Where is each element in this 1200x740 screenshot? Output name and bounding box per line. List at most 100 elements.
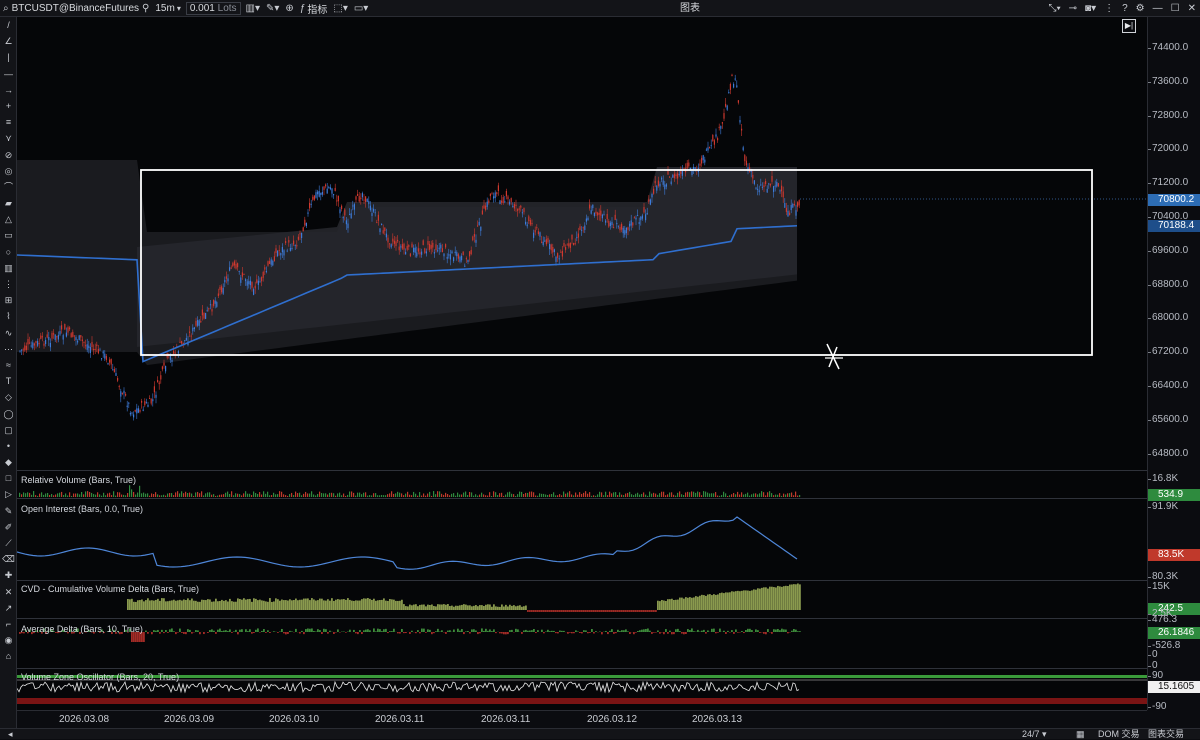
delta-bar [253,632,255,633]
volume-bar [475,494,476,497]
maximize-button[interactable]: ☐ [1167,0,1184,17]
delta-bar [247,631,249,632]
lots-input[interactable]: 0.001 Lots [186,2,241,15]
panel-separator[interactable] [17,498,1200,499]
panel-separator[interactable] [17,580,1200,581]
volume-bar [195,492,196,497]
cvd-bar [715,595,717,610]
angle-tool-icon[interactable]: ∠ [0,33,17,49]
template-button[interactable]: ⬚▾ [330,0,350,17]
panel-separator[interactable] [17,668,1200,669]
capsule-icon[interactable]: ▢ [0,422,17,438]
parallel-lines-icon[interactable]: ≡ [0,114,17,130]
play-icon[interactable]: ▷ [0,486,17,502]
time-axis[interactable]: 2026.03.082026.03.092026.03.102026.03.11… [17,710,1147,728]
settings-button[interactable]: ⚙ [1132,0,1149,17]
candle-body [437,250,438,251]
eye-icon[interactable]: ◉ [0,632,17,648]
pen-icon[interactable]: ✐ [0,519,17,535]
chart-area[interactable] [17,17,1147,710]
drawing-button[interactable]: ✎▾ [263,0,282,17]
arrow-icon[interactable]: → [0,82,17,98]
crosshair-icon[interactable]: + [0,98,17,114]
calendar-icon[interactable]: ▦ [1076,729,1085,740]
circle-icon[interactable]: ○ [0,244,17,260]
average-delta-title[interactable]: Average Delta (Bars, 10, True) [21,624,143,634]
close-button[interactable]: ✕ [1184,0,1200,17]
tag-icon[interactable]: ◇ [0,389,17,405]
volume-bar [597,494,598,497]
candle-body [727,106,728,110]
candle-body [480,227,481,231]
volume-profile-icon[interactable]: ⋮ [0,276,17,292]
link-button[interactable]: ⤡▾ [1044,0,1064,17]
text-icon[interactable]: T [0,373,17,389]
volume-bar [355,496,356,497]
pitchfork-icon[interactable]: ⋎ [0,130,17,146]
dot-icon[interactable]: • [0,438,17,454]
lock-icon[interactable]: ⌂ [0,648,17,664]
triangle-icon[interactable]: △ [0,211,17,227]
ellipse-icon[interactable]: ◯ [0,406,17,422]
cvd-bar [455,606,457,610]
cross-icon[interactable]: ✕ [0,584,17,600]
arrow-right-icon[interactable]: ↗ [0,600,17,616]
cvd-bar [397,601,399,610]
pin-button[interactable]: ⊸ [1065,0,1081,17]
relative-volume-title[interactable]: Relative Volume (Bars, True) [21,475,136,485]
delta-bar [675,629,677,632]
bars-icon[interactable]: ▥ [0,260,17,276]
panel-separator[interactable] [17,618,1200,619]
zoom-button[interactable]: ⊕ [282,0,296,17]
line-tool-icon[interactable]: / [0,17,17,33]
zigzag-icon[interactable]: ⟋ [0,535,17,551]
vzo-title[interactable]: Volume Zone Oscillator (Bars, 20, True) [21,672,179,682]
volume-bar [239,494,240,497]
cvd-bar [153,601,155,610]
panel-separator[interactable] [17,470,1200,471]
search-icon[interactable]: ⚲ [142,3,149,14]
candle-body [259,281,260,282]
vertical-line-icon[interactable]: | [0,49,17,65]
cvd-bar [293,600,295,610]
square-icon[interactable]: □ [0,470,17,486]
interval-selector[interactable]: 15m ▾ [152,0,183,17]
more-button[interactable]: ⋮ [1100,0,1118,17]
dom-trade-button[interactable]: DOM 交易 [1098,729,1140,740]
brush-icon[interactable]: ✎ [0,503,17,519]
layout-button[interactable]: ▭▾ [351,0,371,17]
channel-icon[interactable]: ▰ [0,195,17,211]
fib-icon[interactable]: ⊘ [0,147,17,163]
chart-canvas[interactable] [17,17,1147,710]
help-button[interactable]: ? [1118,0,1132,17]
diamond-icon[interactable]: ◆ [0,454,17,470]
gann-icon[interactable]: ⊞ [0,292,17,308]
eraser-icon[interactable]: ⌫ [0,551,17,567]
rectangle-icon[interactable]: ▭ [0,227,17,243]
marker-icon[interactable]: ✚ [0,567,17,583]
spiral-icon[interactable]: ◎ [0,163,17,179]
horizontal-line-icon[interactable]: — [0,66,17,82]
screenshot-button[interactable]: ◙▾ [1081,0,1100,17]
chart-trade-button[interactable]: 图表交易 [1148,729,1184,740]
scroll-left-icon[interactable]: ◂ [8,729,13,740]
volume-bar [789,493,790,497]
open-interest-title[interactable]: Open Interest (Bars, 0.0, True) [21,504,143,514]
elliott-icon[interactable]: ∿ [0,325,17,341]
symbol-selector[interactable]: ⌕ BTCUSDT@BinanceFutures ⚲ [0,0,152,17]
scroll-to-latest-button[interactable]: ▶| [1122,19,1136,33]
delta-bar [295,629,297,632]
bracket-icon[interactable]: ⌐ [0,616,17,632]
path-icon[interactable]: ⌇ [0,308,17,324]
minimize-button[interactable]: — [1149,0,1167,17]
price-axis[interactable]: 70800.2 70188.4 16.8K 534.9 91.9K 83.5K … [1147,17,1200,710]
session-selector[interactable]: 24/7 ▾ [1022,729,1047,740]
indicators-button[interactable]: ƒ 指标 [297,0,331,17]
candle-body [639,222,640,224]
ruler-icon[interactable]: ⌒ [0,179,17,195]
dotted-line-icon[interactable]: ⋯ [0,341,17,357]
delta-bar [353,630,355,632]
chart-type-button[interactable]: ▥▾ [243,0,263,17]
cvd-title[interactable]: CVD - Cumulative Volume Delta (Bars, Tru… [21,584,199,594]
wave-icon[interactable]: ≈ [0,357,17,373]
